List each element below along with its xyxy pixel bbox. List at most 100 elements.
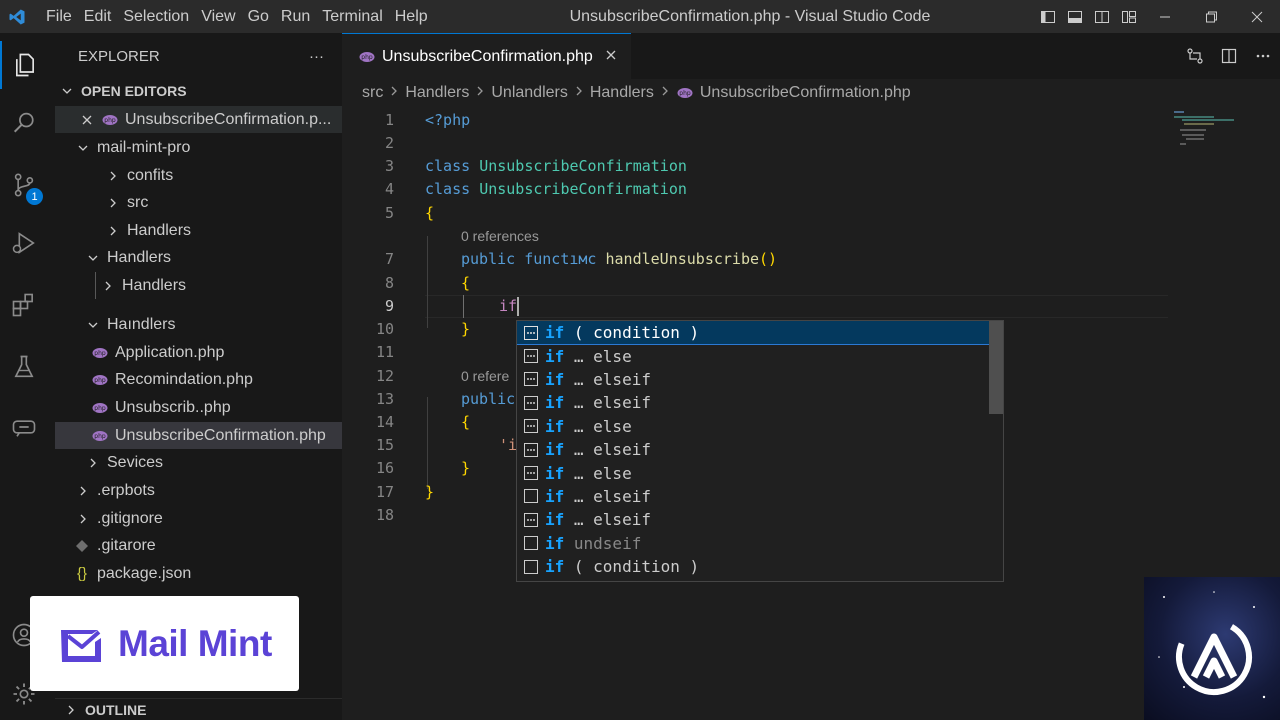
code-line-4: class UnsubscribeConfirmation xyxy=(425,180,687,198)
channel-logo-icon xyxy=(1158,591,1266,699)
codelens-references[interactable]: 0 references xyxy=(461,225,539,248)
explorer-more-icon[interactable]: ··· xyxy=(309,48,324,65)
suggestion-item[interactable]: if … elseif xyxy=(517,438,990,461)
menu-help[interactable]: Help xyxy=(389,0,434,33)
file-recomindation[interactable]: php Recomindation.php xyxy=(55,366,342,393)
open-editor-item[interactable]: php UnsubscribeConfirmation.p... xyxy=(55,106,342,133)
file-unsubscrib[interactable]: php Unsubscrib..php xyxy=(55,394,342,421)
chevron-right-icon xyxy=(574,84,584,102)
suggestion-item[interactable]: if ( condition ) xyxy=(517,321,991,346)
suggestion-item[interactable]: if … else xyxy=(517,415,990,438)
suggestion-item[interactable]: if undseif xyxy=(517,532,990,555)
line-number: 2 xyxy=(384,134,394,152)
breadcrumb-item[interactable]: Handlers xyxy=(590,84,654,102)
folder-handlers[interactable]: Handlers xyxy=(55,217,342,244)
toggle-secondary-sidebar-icon[interactable] xyxy=(1088,0,1115,33)
menu-run[interactable]: Run xyxy=(275,0,316,33)
menu-file[interactable]: File xyxy=(34,0,78,33)
suggest-scrollbar[interactable] xyxy=(989,321,1003,414)
folder-src[interactable]: src xyxy=(55,189,342,216)
file-label: .gitarore xyxy=(97,536,156,554)
folder-gitignore[interactable]: .gitignore xyxy=(55,505,342,532)
line-number: 16 xyxy=(375,459,394,477)
php-file-icon: php xyxy=(358,51,376,63)
menu-selection[interactable]: Selection xyxy=(117,0,195,33)
suggestion-item[interactable]: if … else xyxy=(517,344,990,367)
close-tab-icon[interactable] xyxy=(605,48,617,66)
svg-text:php: php xyxy=(94,405,106,412)
chevron-down-icon xyxy=(85,319,101,331)
line-number: 12 xyxy=(375,367,394,385)
code-line-8: { xyxy=(461,274,471,292)
folder-handlers-nested[interactable]: Handlers xyxy=(55,272,342,299)
file-unsubscribe-confirmation[interactable]: php UnsubscribeConfirmation.php xyxy=(55,422,342,449)
close-editor-icon[interactable] xyxy=(79,114,95,126)
folder-confits[interactable]: confits xyxy=(55,162,342,189)
toggle-panel-icon[interactable] xyxy=(1061,0,1088,33)
run-debug-icon[interactable] xyxy=(0,219,48,267)
suggest-widget[interactable]: if ( condition ) if … else if … elseif i… xyxy=(516,320,1004,582)
line-number: 10 xyxy=(375,320,394,338)
line-number: 3 xyxy=(384,157,394,175)
file-label: Recomindation.php xyxy=(115,370,253,388)
explorer-icon[interactable] xyxy=(0,41,48,89)
more-actions-icon[interactable] xyxy=(1246,47,1280,65)
folder-sevices[interactable]: Sevices xyxy=(55,449,342,476)
code-line-7: public functıмc handleUnsubscribe() xyxy=(461,250,778,268)
tab-unsubscribe-confirmation[interactable]: php UnsubscribeConfirmation.php xyxy=(342,33,631,79)
menu-go[interactable]: Go xyxy=(242,0,275,33)
suggestion-item[interactable]: if … else xyxy=(517,461,990,484)
toggle-primary-sidebar-icon[interactable] xyxy=(1034,0,1061,33)
suggestion-item[interactable]: if … elseif xyxy=(517,368,990,391)
menu-edit[interactable]: Edit xyxy=(78,0,118,33)
suggestion-item[interactable]: if … elseif xyxy=(517,485,990,508)
folder-handlers-expanded[interactable]: Haındlers xyxy=(55,311,342,338)
suggestion-item[interactable]: if ( condition ) xyxy=(517,555,990,578)
folder-handlers-open[interactable]: Handlers xyxy=(55,244,342,271)
snippet-icon xyxy=(523,465,539,481)
code-line-17: } xyxy=(425,483,435,501)
code-line-14: { xyxy=(461,413,471,431)
breadcrumb-item[interactable]: Unlandlers xyxy=(491,84,567,102)
snippet-icon xyxy=(523,348,539,364)
line-number: 5 xyxy=(384,204,394,222)
folder-mail-mint-pro[interactable]: mail-mint-pro xyxy=(55,134,342,161)
breadcrumb-item[interactable]: UnsubscribeConfirmation.php xyxy=(700,84,911,102)
remote-chat-icon[interactable] xyxy=(0,403,48,451)
source-control-icon[interactable]: 1 xyxy=(0,161,48,209)
breadcrumb-item[interactable]: src xyxy=(362,84,383,102)
json-file-icon: {} xyxy=(76,565,88,582)
folder-label: Sevices xyxy=(107,453,164,471)
search-icon[interactable] xyxy=(0,99,48,147)
extensions-icon[interactable] xyxy=(0,281,48,329)
minimize-icon[interactable] xyxy=(1142,0,1188,33)
menu-terminal[interactable]: Terminal xyxy=(316,0,388,33)
file-package-json[interactable]: {} package.json xyxy=(55,560,342,587)
menu-view[interactable]: View xyxy=(195,0,241,33)
code-line-1: <?php xyxy=(425,111,471,129)
suggestion-item[interactable]: if … elseif xyxy=(517,391,990,414)
suggestion-item[interactable]: if … elseif xyxy=(517,508,990,531)
file-application[interactable]: php Application.php xyxy=(55,339,342,366)
testing-icon[interactable] xyxy=(0,343,48,391)
svg-text:php: php xyxy=(104,117,116,124)
folder-erpbots[interactable]: .erpbots xyxy=(55,477,342,504)
file-gitarore[interactable]: .gitarore xyxy=(55,532,342,559)
restore-icon[interactable] xyxy=(1188,0,1234,33)
outline-section[interactable]: OUTLINE xyxy=(55,698,342,720)
current-line-highlight xyxy=(425,295,1168,318)
menu-bar: File Edit Selection View Go Run Terminal… xyxy=(34,0,434,33)
codelens-references[interactable]: 0 refere xyxy=(461,365,509,388)
tree-indent-guide xyxy=(95,272,96,299)
chevron-right-icon xyxy=(105,197,121,209)
split-editor-icon[interactable] xyxy=(1212,47,1246,65)
open-editors-section[interactable]: OPEN EDITORS xyxy=(55,80,342,102)
php-file-icon: php xyxy=(676,87,694,99)
breadcrumb-item[interactable]: Handlers xyxy=(405,84,469,102)
vscode-logo-icon xyxy=(0,0,34,33)
close-window-icon[interactable] xyxy=(1234,0,1280,33)
customize-layout-icon[interactable] xyxy=(1115,0,1142,33)
open-changes-icon[interactable] xyxy=(1178,47,1212,65)
file-label: Unsubscrib..php xyxy=(115,398,231,416)
php-file-icon: php xyxy=(91,347,109,359)
